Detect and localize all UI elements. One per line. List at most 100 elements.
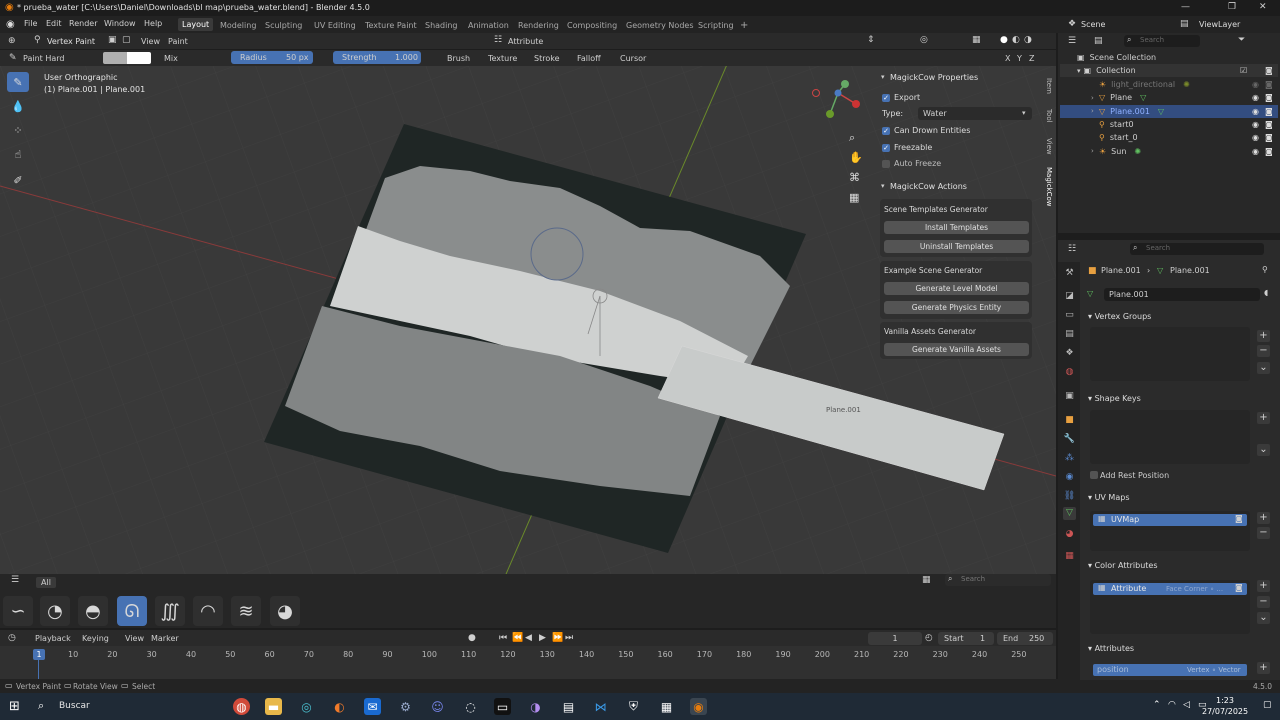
editor-type-icon[interactable]: ⊕ (8, 36, 16, 46)
zoom-icon[interactable]: ⌕ (849, 131, 855, 145)
visibility-eye-icon[interactable]: ◉ (1252, 93, 1259, 102)
can-drown-checkbox[interactable]: ✓ Can Drown Entities (882, 126, 970, 135)
fake-user-icon[interactable]: ◖ (1264, 288, 1268, 297)
vertex-groups-list[interactable] (1090, 327, 1250, 381)
menu-window[interactable]: Window (104, 19, 136, 28)
object-tab-icon[interactable]: ■ (1063, 414, 1076, 427)
output-tab-icon[interactable]: ▭ (1063, 309, 1076, 322)
camera-icon[interactable]: ◙ (1265, 93, 1273, 102)
mesh-name-field[interactable]: Plane.001 (1104, 288, 1260, 301)
shading-rendered-icon[interactable]: ◑ (1024, 35, 1032, 45)
generate-physics-entity-button[interactable]: Generate Physics Entity (884, 301, 1029, 314)
file-explorer-icon[interactable]: ▬ (265, 698, 282, 715)
tab-uv-editing[interactable]: UV Editing (314, 21, 356, 30)
viewport-gizmos-icon[interactable]: ⇕ (867, 35, 875, 45)
shading-material-icon[interactable]: ◐ (1012, 35, 1020, 45)
ortho-grid-icon[interactable]: ▦ (849, 191, 859, 204)
world-tab-icon[interactable]: ◍ (1063, 366, 1076, 379)
material-tab-icon[interactable]: ◕ (1063, 528, 1076, 541)
add-rest-position-checkbox[interactable] (1090, 471, 1098, 479)
menu-stroke[interactable]: Stroke (534, 54, 560, 63)
color-attributes-header[interactable]: ▾ Color Attributes (1088, 561, 1157, 570)
hamburger-icon[interactable]: ☰ (11, 575, 19, 585)
menu-view[interactable]: View (141, 37, 160, 46)
prev-keyframe-icon[interactable]: ⏪ (512, 633, 523, 643)
attributes-header[interactable]: ▾ Attributes (1088, 644, 1134, 653)
color-swatch-primary[interactable] (103, 52, 127, 64)
blender-menu-icon[interactable]: ◉ (6, 19, 15, 30)
next-keyframe-icon[interactable]: ⏩ (552, 633, 563, 643)
tab-modeling[interactable]: Modeling (220, 21, 256, 30)
camera-icon[interactable]: ⌘ (849, 171, 860, 184)
menu-falloff[interactable]: Falloff (577, 54, 601, 63)
remove-color-attribute-button[interactable]: − (1257, 596, 1270, 608)
folder-icon[interactable]: ▤ (560, 698, 577, 715)
average-tool-icon[interactable]: ⁘ (7, 120, 29, 140)
generate-level-model-button[interactable]: Generate Level Model (884, 282, 1029, 295)
blend-mode-selector[interactable]: Mix (164, 54, 178, 63)
volume-icon[interactable]: ◁ (1183, 700, 1190, 710)
outliner-item-light-directional[interactable]: ☀ light_directional ✺ ◉ ◙ (1060, 78, 1278, 91)
brush-category-all[interactable]: All (36, 577, 56, 588)
chevron-right-icon[interactable]: › (1091, 107, 1099, 115)
play-icon[interactable]: ▶ (539, 633, 546, 643)
filter-icon[interactable]: ⏷ (1238, 35, 1245, 45)
blender-taskbar-icon[interactable]: ◉ (690, 698, 707, 715)
install-templates-button[interactable]: Install Templates (884, 221, 1029, 234)
pin-icon[interactable]: ⚲ (1262, 265, 1268, 274)
add-vertex-group-button[interactable]: + (1257, 330, 1270, 342)
camera-icon[interactable]: ◙ (1265, 120, 1273, 129)
menu-keying[interactable]: Keying (82, 634, 109, 643)
current-frame-field[interactable]: 1 (868, 632, 922, 645)
app-ring-icon[interactable]: ◎ (298, 698, 315, 715)
shelf-search-input[interactable]: ⌕ Search (945, 574, 1051, 586)
firefox-icon[interactable]: ◐ (331, 698, 348, 715)
sidebar-tab-item[interactable]: Item (1041, 74, 1053, 98)
tab-shading[interactable]: Shading (425, 21, 458, 30)
outliner-collection[interactable]: ▾ ▣ Collection ☑ ◙ (1060, 64, 1278, 77)
visibility-eye-icon[interactable]: ◉ (1252, 120, 1259, 129)
camera-icon[interactable]: ◙ (1265, 107, 1273, 116)
sidebar-tab-view[interactable]: View (1041, 134, 1053, 158)
tab-animation[interactable]: Animation (468, 21, 509, 30)
vertex-group-menu-button[interactable]: ⌄ (1257, 362, 1270, 374)
minimize-button[interactable]: — (1181, 2, 1190, 12)
add-attribute-button[interactable]: + (1257, 662, 1270, 674)
chevron-down-icon[interactable]: ▾ (881, 182, 885, 190)
camera-icon[interactable]: ◙ (1265, 147, 1273, 156)
github-icon[interactable]: ◑ (527, 698, 544, 715)
jump-end-icon[interactable]: ⏭ (565, 633, 573, 643)
visibility-eye-icon[interactable]: ◉ (1252, 133, 1259, 142)
tab-rendering[interactable]: Rendering (518, 21, 559, 30)
menu-file[interactable]: File (24, 19, 37, 28)
menu-marker[interactable]: Marker (151, 634, 179, 643)
chevron-down-icon[interactable]: ▾ (881, 73, 885, 81)
remove-uvmap-button[interactable]: − (1257, 527, 1270, 539)
shape-keys-list[interactable] (1090, 410, 1250, 464)
strength-field[interactable]: Strength 1.000 (333, 51, 421, 64)
menu-timeline-view[interactable]: View (125, 634, 144, 643)
pan-hand-icon[interactable]: ✋ (849, 151, 863, 164)
add-color-attribute-button[interactable]: + (1257, 580, 1270, 592)
menu-render[interactable]: Render (69, 19, 97, 28)
menu-help[interactable]: Help (144, 19, 162, 28)
uvmap-item[interactable]: UVMap (1093, 514, 1247, 526)
outliner-item-plane-001[interactable]: › ▽ Plane.001 ▽ ◉ ◙ (1060, 104, 1278, 118)
visibility-eye-icon[interactable]: ◉ (1252, 147, 1259, 156)
mask-toggle-icon[interactable]: ▣ (108, 35, 117, 45)
visibility-eye-icon[interactable]: ◉ (1252, 107, 1259, 116)
mirror-x-button[interactable]: X (1005, 54, 1010, 63)
modifier-tab-icon[interactable]: 🔧 (1063, 433, 1076, 446)
discord-icon[interactable]: ☺ (429, 698, 446, 715)
outliner-editor-icon[interactable]: ☰ (1068, 36, 1076, 46)
end-frame-field[interactable]: End 250 (997, 632, 1053, 645)
freezable-checkbox[interactable]: ✓ Freezable (882, 143, 932, 152)
maximize-button[interactable]: ❐ (1228, 2, 1236, 12)
chevron-right-icon[interactable]: › (1091, 94, 1099, 102)
brush-thumbnail-2[interactable]: ◔ (40, 596, 70, 626)
outlook-icon[interactable]: ✉ (364, 698, 381, 715)
outliner-item-start-0[interactable]: ⚲ start_0 ◉ ◙ (1060, 131, 1278, 144)
render-tab-icon[interactable]: ◪ (1063, 290, 1076, 303)
close-button[interactable]: ✕ (1259, 2, 1267, 12)
magickcow-properties-header[interactable]: MagickCow Properties (890, 73, 978, 82)
